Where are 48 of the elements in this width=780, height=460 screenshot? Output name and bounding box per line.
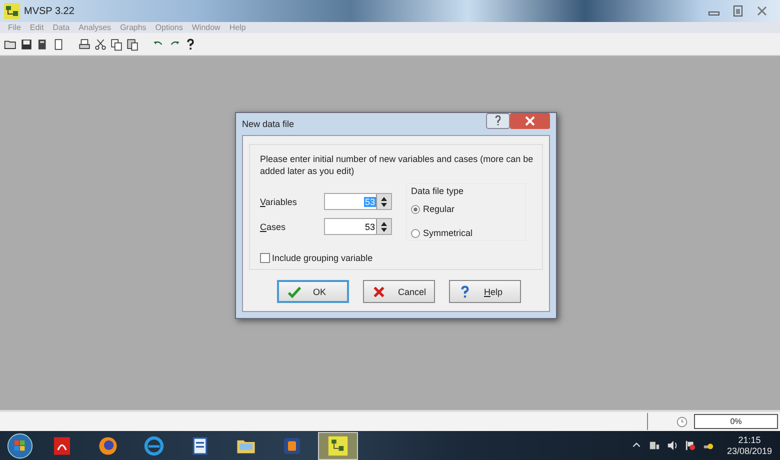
menu-item[interactable]: Help [229,23,246,32]
check-icon [287,284,301,298]
progress-reading: 0% [730,417,742,426]
cut-icon[interactable] [94,38,107,50]
network-icon[interactable] [648,440,660,451]
app-icon [4,3,20,19]
menu-item[interactable]: Data [52,23,70,32]
copy-icon[interactable] [110,38,123,50]
field-label: Variables [260,196,298,206]
dialog-button[interactable]: Cancel [363,280,435,303]
checkbox[interactable] [260,253,270,263]
field-label: Cases [260,222,287,232]
app-icon [326,434,350,458]
menu-item[interactable]: Window [192,23,220,32]
help-icon[interactable] [184,38,197,50]
dialog-title: New data file [242,119,294,129]
clock-date: 23/08/2019 [726,446,772,456]
help-icon[interactable] [486,113,510,129]
dialog-button[interactable]: Help [449,280,521,303]
radio-option[interactable]: Regular [411,204,521,214]
dialog-button[interactable]: OK [277,280,349,303]
start-button[interactable] [6,432,34,460]
paste-icon[interactable] [126,38,139,50]
save-icon[interactable] [20,38,33,50]
document-stack-icon[interactable] [36,38,49,50]
instruction-text: Please enter initial number of new variables and cases (more can be added later as you edit) [260,153,534,177]
menu-item[interactable]: File [8,23,21,32]
clock[interactable]: 21:15 23/08/2019 [726,434,772,456]
close-icon[interactable] [510,113,550,129]
window-title: MVSP 3.22 [24,6,74,16]
radio-option[interactable]: Symmetrical [411,228,521,238]
clock-time: 21:15 [738,434,761,446]
taskbar-button[interactable] [318,432,358,460]
cross-icon [372,284,386,298]
menu-item[interactable]: Analyses [78,23,112,32]
number-spinner[interactable]: 53 [324,193,392,210]
flag-icon[interactable] [684,440,696,451]
document-icon[interactable] [52,38,65,50]
print-icon[interactable] [78,38,91,50]
checkbox-label: Include grouping variable [272,253,373,263]
number-spinner[interactable]: 53 [324,218,392,235]
menu-item[interactable]: Options [155,23,183,32]
browser-e-icon [142,434,166,458]
group-title: Data file type [411,186,465,196]
speaker-icon[interactable] [666,440,678,451]
menu-item[interactable]: Edit [30,23,44,32]
menu-item[interactable]: Graphs [120,23,146,32]
clock-icon [676,416,688,428]
